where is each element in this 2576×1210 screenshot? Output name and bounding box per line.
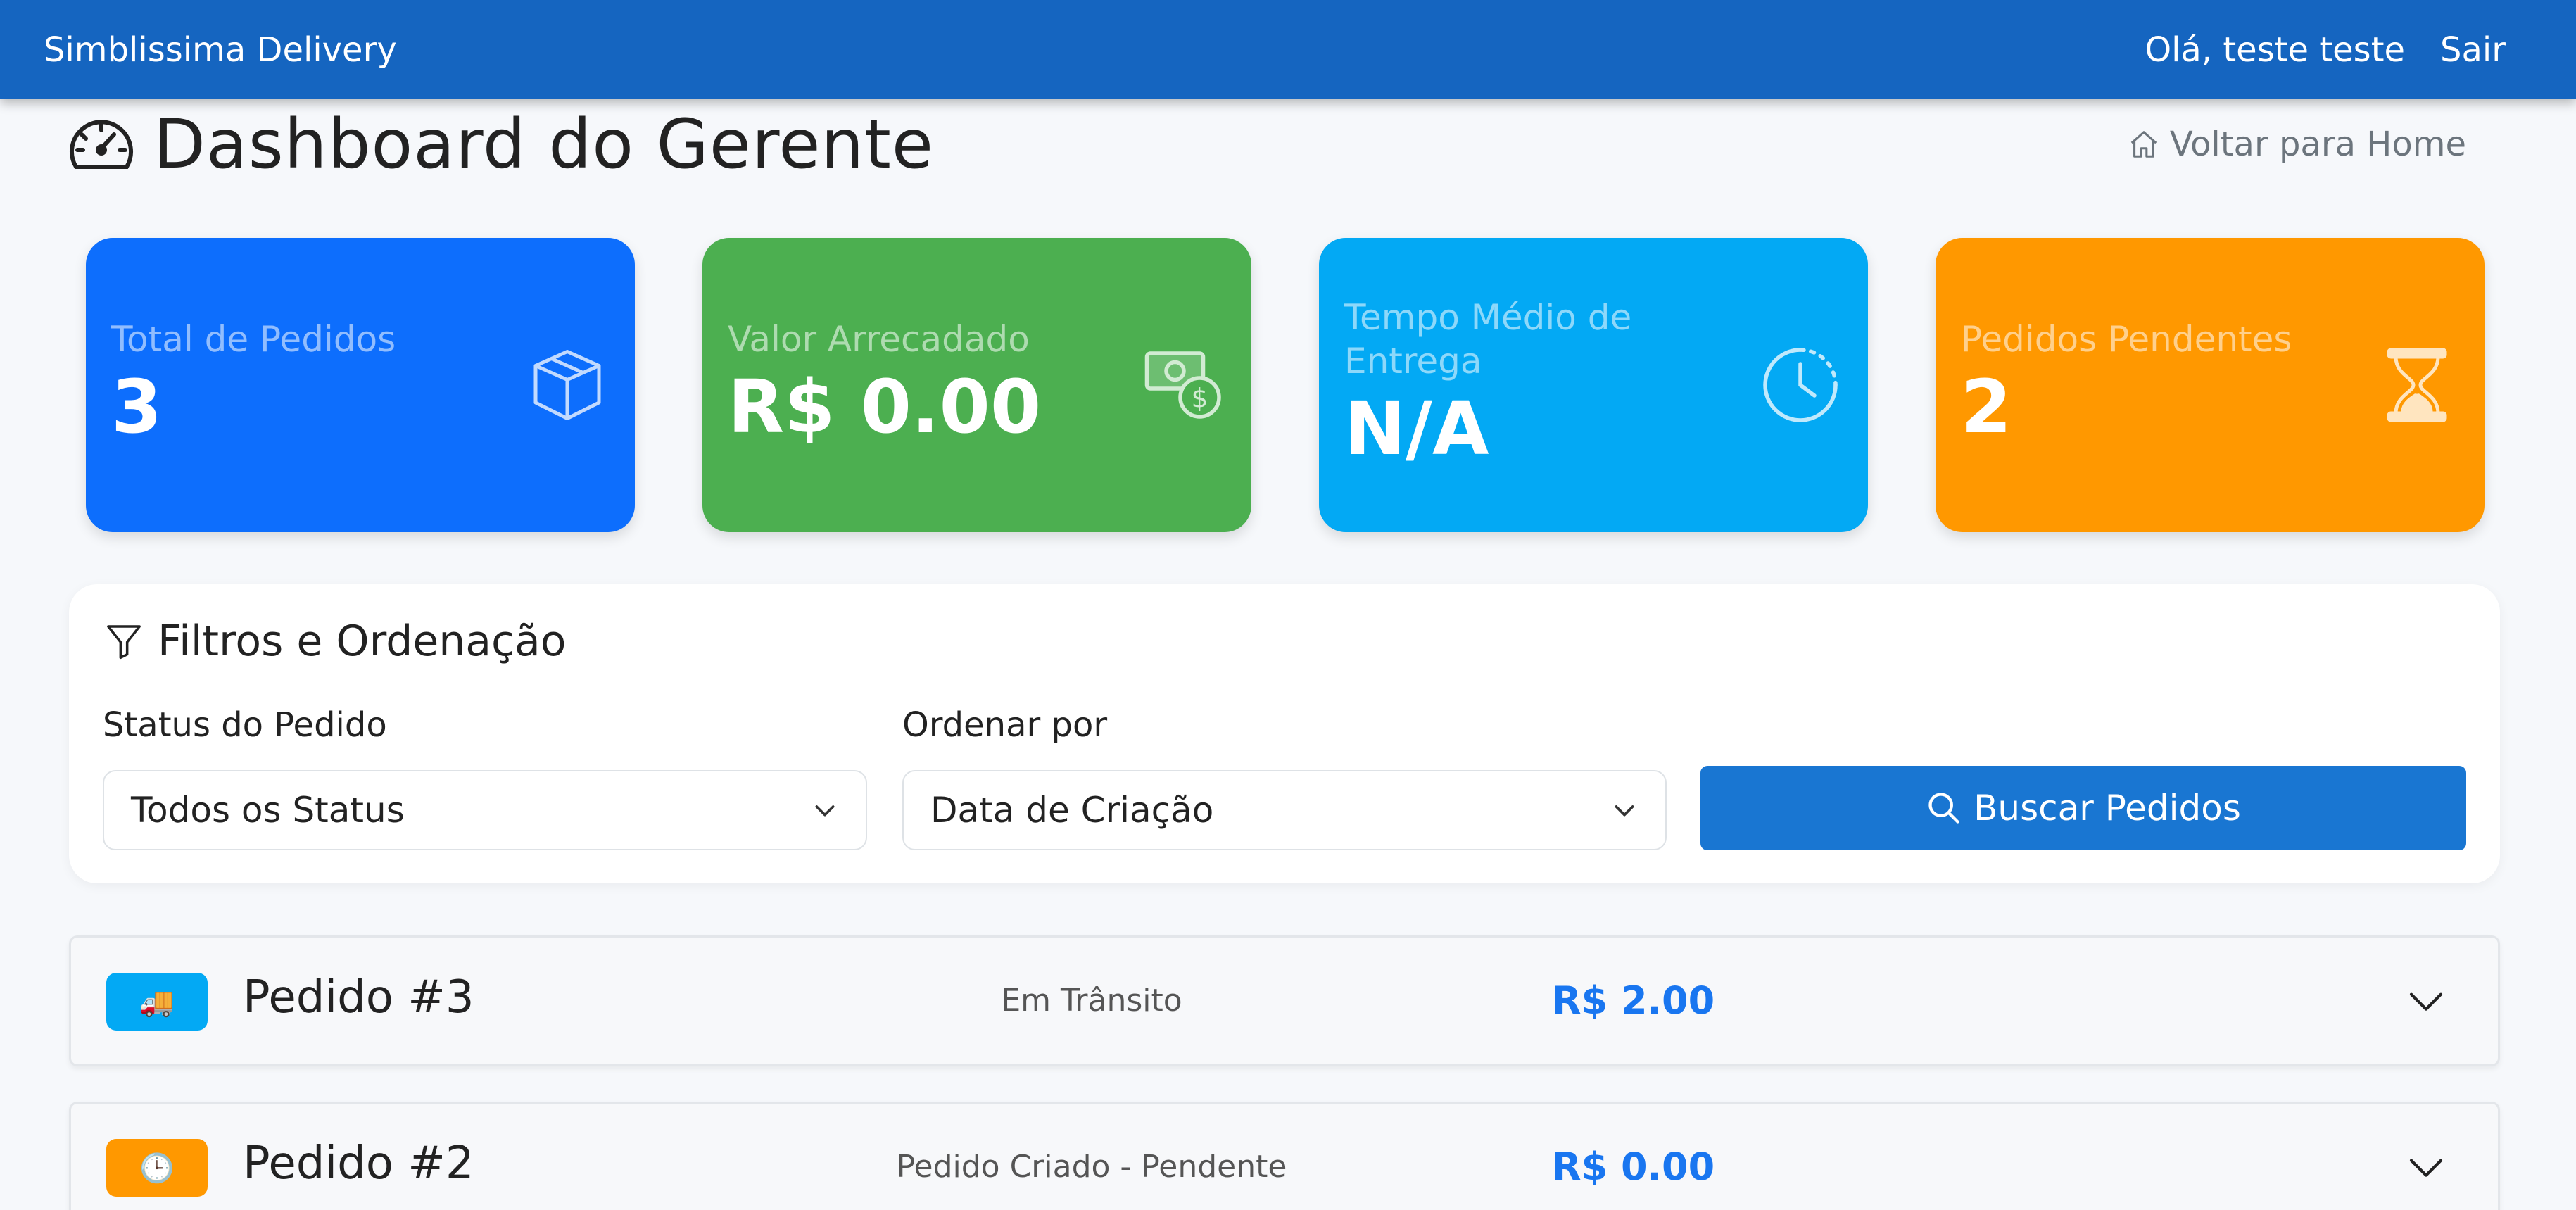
search-icon <box>1928 793 1959 824</box>
logout-link[interactable]: Sair <box>2440 30 2506 70</box>
truck-icon: 🚚 <box>139 985 175 1019</box>
back-home-link[interactable]: Voltar para Home <box>2128 125 2466 164</box>
brand-link[interactable]: Simblissima Delivery <box>44 30 397 70</box>
stat-value: 3 <box>111 364 163 450</box>
order-row[interactable]: 🚚 Pedido #3 Em Trânsito R$ 2.00 <box>69 935 2500 1066</box>
page-title: Dashboard do Gerente <box>153 105 934 184</box>
chevron-down-icon[interactable] <box>2406 1147 2446 1187</box>
clock-icon: 🕒 <box>139 1152 175 1185</box>
filters-title-text: Filtros e Ordenação <box>158 617 567 666</box>
svg-text:$: $ <box>1192 383 1208 414</box>
stat-card-revenue: Valor Arrecadado R$ 0.00 $ <box>702 238 1251 532</box>
status-filter-value: Todos os Status <box>131 790 405 831</box>
page-header: Dashboard do Gerente Voltar para Home <box>66 105 2473 184</box>
search-orders-button[interactable]: Buscar Pedidos <box>1700 766 2466 850</box>
back-home-label: Voltar para Home <box>2169 125 2466 164</box>
stat-value: R$ 0.00 <box>728 364 1042 450</box>
sort-label: Ordenar por <box>902 705 1108 745</box>
clock-icon <box>1763 348 1838 422</box>
order-title: Pedido #2 <box>243 1137 474 1190</box>
order-total: R$ 0.00 <box>1552 1145 1715 1189</box>
stat-label: Total de Pedidos <box>111 319 396 360</box>
page-title-group: Dashboard do Gerente <box>66 105 934 184</box>
funnel-icon <box>107 625 141 660</box>
search-orders-label: Buscar Pedidos <box>1974 788 2241 828</box>
order-status: Pedido Criado - Pendente <box>896 1149 1287 1185</box>
order-status-badge: 🚚 <box>106 973 208 1031</box>
stat-card-total-orders: Total de Pedidos 3 <box>86 238 635 532</box>
chevron-down-icon <box>815 805 835 817</box>
order-total: R$ 2.00 <box>1552 978 1715 1023</box>
hourglass-icon <box>2387 348 2447 422</box>
sort-select[interactable]: Data de Criação <box>902 770 1667 850</box>
stat-card-pending-orders: Pedidos Pendentes 2 <box>1936 238 2485 532</box>
status-filter-select[interactable]: Todos os Status <box>103 770 867 850</box>
filters-panel: Filtros e Ordenação Status do Pedido Tod… <box>69 584 2500 883</box>
stat-card-avg-delivery-time: Tempo Médio de Entrega N/A <box>1319 238 1868 532</box>
filters-title: Filtros e Ordenação <box>104 617 567 666</box>
stats-cards: Total de Pedidos 3 Valor Arrecadado R$ 0… <box>86 238 2485 532</box>
stat-label: Pedidos Pendentes <box>1961 319 2292 360</box>
speedometer-icon <box>70 120 133 169</box>
order-title: Pedido #3 <box>243 971 474 1023</box>
sort-value: Data de Criação <box>930 790 1214 831</box>
stat-value: N/A <box>1344 386 1489 472</box>
order-status: Em Trânsito <box>1001 983 1182 1019</box>
user-nav: Olá, teste teste Sair <box>2145 30 2506 70</box>
status-filter-label: Status do Pedido <box>103 705 387 745</box>
house-icon <box>2130 131 2157 158</box>
user-greeting[interactable]: Olá, teste teste <box>2145 30 2405 70</box>
order-status-badge: 🕒 <box>106 1139 208 1197</box>
chevron-down-icon[interactable] <box>2406 981 2446 1021</box>
order-row[interactable]: 🕒 Pedido #2 Pedido Criado - Pendente R$ … <box>69 1102 2500 1210</box>
stat-label: Tempo Médio de Entrega <box>1344 297 1632 382</box>
stat-label: Valor Arrecadado <box>728 319 1030 360</box>
cash-coin-icon: $ <box>1144 351 1221 419</box>
box-icon <box>533 350 601 420</box>
chevron-down-icon <box>1615 805 1634 817</box>
top-navbar: Simblissima Delivery Olá, teste teste Sa… <box>0 0 2576 99</box>
stat-value: 2 <box>1961 364 2012 450</box>
